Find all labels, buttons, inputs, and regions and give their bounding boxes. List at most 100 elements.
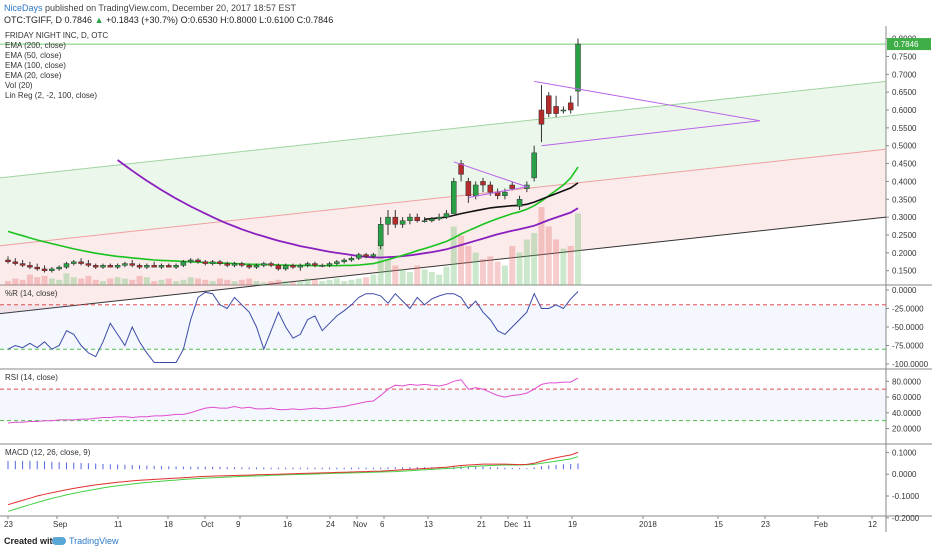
volume-bar	[56, 279, 63, 285]
candle-down	[290, 265, 296, 268]
rsi-tick-label: 20.0000	[892, 425, 921, 434]
volume-bar	[363, 277, 370, 285]
volume-bar	[575, 213, 581, 285]
candle-up	[56, 266, 62, 270]
candle-up	[451, 181, 457, 214]
candle-down	[34, 266, 40, 270]
candle-down	[268, 263, 274, 266]
volume-bar	[282, 281, 289, 285]
candle-down	[414, 216, 420, 221]
candle-up	[158, 265, 165, 268]
wr-title: %R (14, close)	[5, 289, 58, 298]
ohlc-values: O:0.6530 H:0.8000 L:0.6100 C:0.7846	[180, 15, 334, 25]
wr-tick-label: 0.0000	[892, 286, 917, 295]
time-tick-label: 6	[380, 520, 385, 529]
volume-bar	[253, 281, 260, 285]
rsi-tick-label: 80.0000	[892, 377, 921, 386]
candle-down	[78, 261, 84, 264]
candle-up	[297, 265, 304, 268]
price-tick-label: 0.2000	[892, 249, 917, 258]
volume-bar	[165, 278, 172, 285]
candle-down	[480, 181, 486, 186]
volume-bar	[275, 279, 282, 285]
volume-bar	[63, 273, 70, 285]
time-tick-label: 19	[568, 520, 577, 529]
volume-bar	[195, 278, 201, 285]
candle-down	[129, 263, 135, 266]
volume-bar	[428, 272, 435, 285]
candle-up	[71, 261, 77, 264]
volume-bar	[348, 279, 355, 285]
time-tick-label: Oct	[201, 520, 214, 529]
candle-up	[334, 261, 340, 264]
price-chart[interactable]: 0.80000.75000.70000.65000.60000.55000.50…	[0, 26, 932, 532]
candle-up	[49, 268, 55, 271]
price-tick-label: 0.5500	[892, 124, 917, 133]
volume-bar	[516, 252, 523, 285]
rsi-title: RSI (14, close)	[5, 373, 58, 382]
candle-down	[392, 216, 399, 225]
tradingview-logo-icon	[52, 537, 66, 545]
candle-down	[107, 265, 114, 268]
candle-up	[502, 191, 508, 196]
time-tick-label: 11	[523, 520, 532, 529]
volume-bar	[494, 261, 501, 285]
volume-bar	[450, 226, 457, 285]
volume-bar	[304, 278, 311, 285]
candle-down	[538, 109, 545, 125]
volume-bar	[531, 233, 538, 285]
candle-up	[348, 257, 355, 261]
candle-up	[436, 216, 442, 220]
candle-up	[531, 152, 537, 179]
candle-up	[187, 259, 194, 263]
candle-up	[370, 254, 377, 257]
wr-tick-label: -25.0000	[892, 305, 924, 314]
volume-bar	[560, 248, 567, 285]
candle-down	[239, 263, 245, 266]
volume-bar	[129, 279, 136, 285]
candle-up	[209, 261, 216, 264]
author-link[interactable]: NiceDays	[4, 3, 43, 13]
chart-header: NiceDays published on TradingView.com, D…	[0, 0, 932, 26]
macd-title: MACD (12, 26, close, 9)	[5, 448, 91, 457]
tradingview-brand[interactable]: TradingView	[52, 532, 119, 550]
volume-bar	[70, 277, 77, 285]
candle-up	[173, 265, 179, 268]
legend-item: EMA (200, close)	[5, 41, 66, 50]
price-tick-label: 0.1500	[892, 267, 917, 276]
time-tick-label: 15	[714, 520, 723, 529]
candle-up	[100, 265, 106, 268]
volume-bar	[92, 279, 99, 285]
legend-item: Lin Reg (2, -2, 100, close)	[5, 91, 97, 100]
legend-item: EMA (20, close)	[5, 71, 62, 80]
volume-bar	[311, 279, 318, 285]
rsi-tick-label: 60.0000	[892, 393, 921, 402]
volume-bar	[158, 279, 165, 285]
wr-tick-label: -75.0000	[892, 342, 924, 351]
volume-bar	[472, 252, 479, 285]
candle-up	[421, 220, 428, 222]
symbol-line: OTC:TGIFF, D 0.7846 ▲ +0.1843 (+30.7%) O…	[4, 14, 333, 26]
candle-down	[5, 259, 11, 263]
volume-bar	[85, 275, 92, 285]
rsi-band	[0, 389, 886, 421]
volume-bar	[443, 266, 450, 285]
volume-bar	[553, 239, 560, 285]
time-tick-label: 13	[424, 520, 433, 529]
volume-bar	[487, 256, 494, 285]
volume-bar	[567, 246, 574, 285]
time-tick-label: 18	[164, 520, 173, 529]
time-tick-label: 9	[236, 520, 241, 529]
candle-up	[180, 261, 187, 266]
candle-down	[546, 95, 552, 114]
created-with-label: Created with	[4, 536, 59, 546]
price-tick-label: 0.7000	[892, 70, 917, 79]
volume-bar	[260, 282, 267, 285]
volume-bar	[297, 281, 304, 285]
price-tick-label: 0.6000	[892, 106, 917, 115]
volume-bar	[406, 272, 413, 285]
volume-bar	[78, 278, 85, 285]
volume-bar	[216, 278, 223, 285]
volume-bar	[224, 279, 231, 285]
volume-bar	[231, 281, 238, 285]
